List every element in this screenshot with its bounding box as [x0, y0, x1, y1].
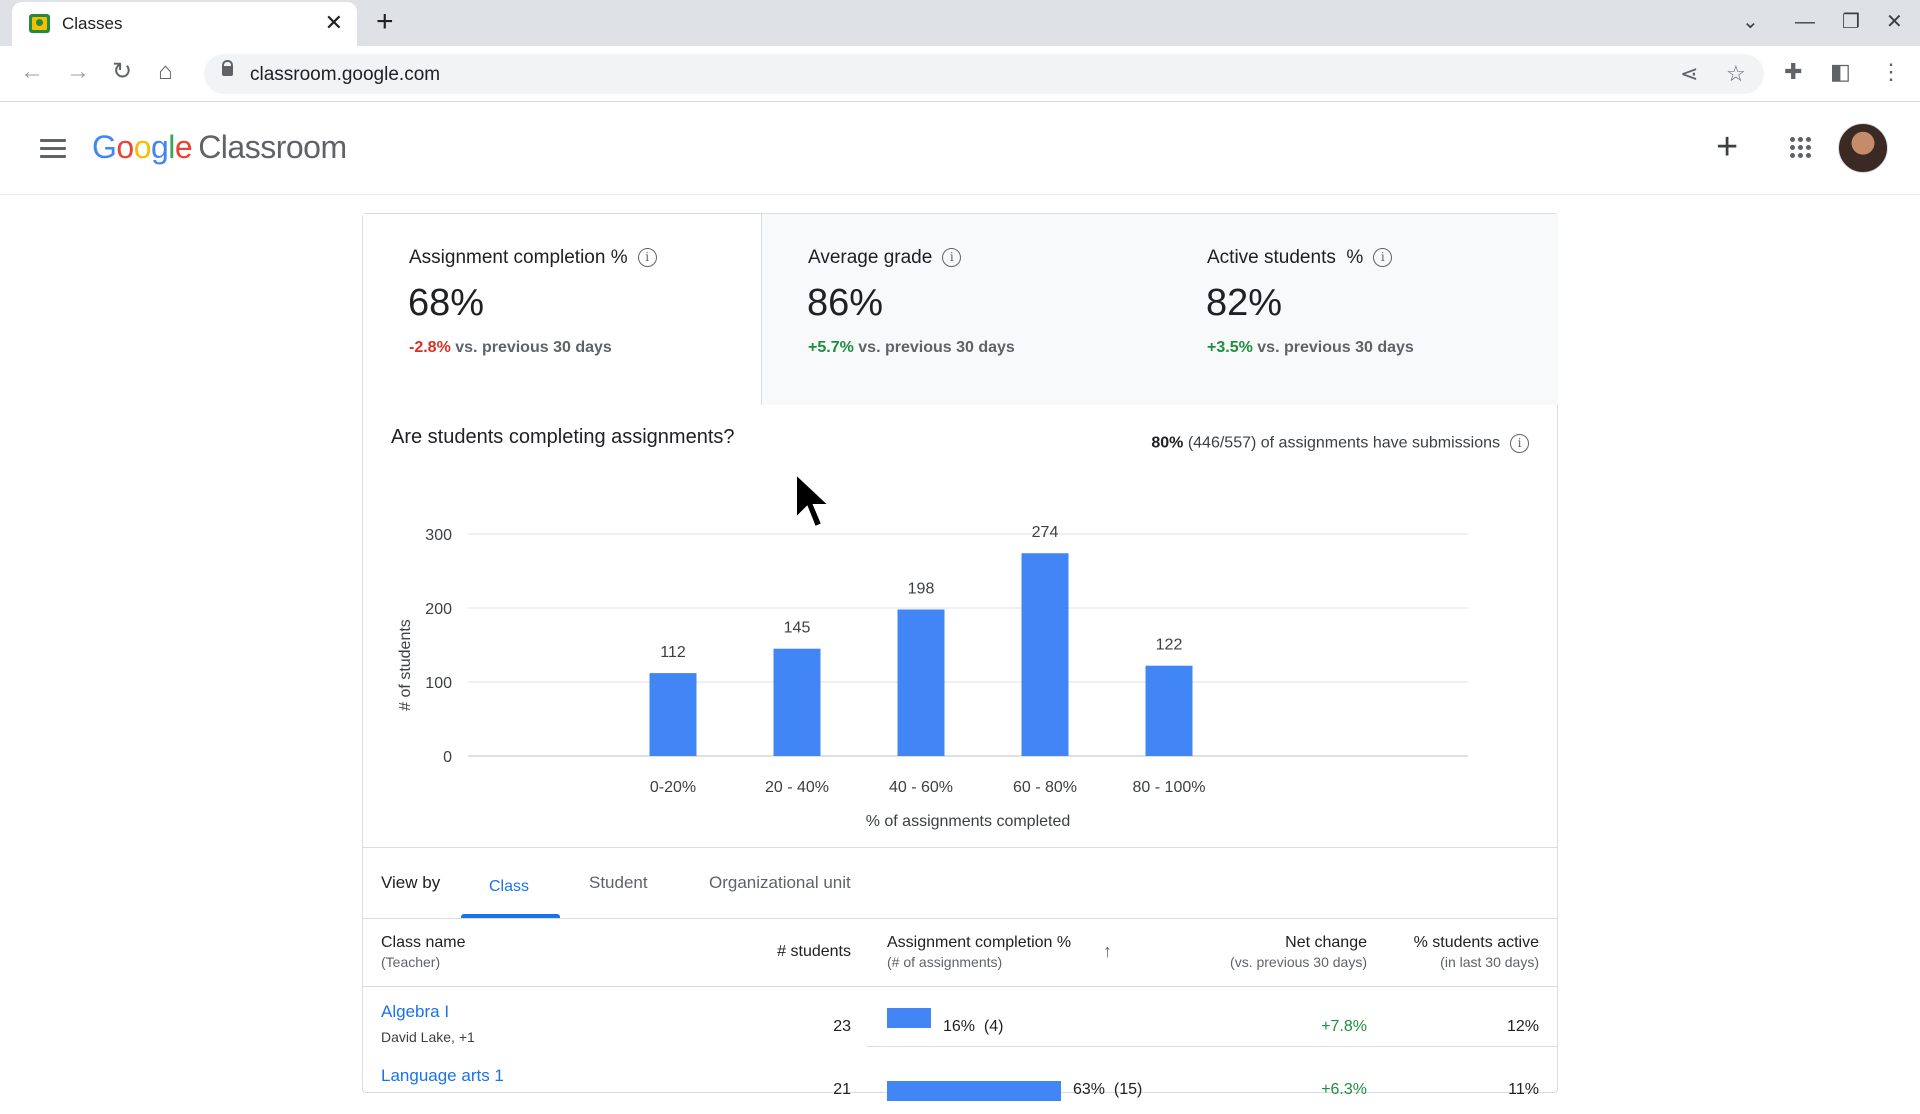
active-tab-indicator [461, 914, 560, 918]
metric-assignment-completion: Assignment completion % i 68% -2.8% vs. p… [363, 214, 762, 405]
students-count: 21 [833, 1081, 851, 1098]
header-class-name[interactable]: Class name (Teacher) [381, 934, 465, 970]
students-count: 23 [833, 1018, 851, 1035]
y-tick-label: 200 [425, 601, 452, 618]
table-row: Algebra I David Lake, +1 23 16% (4) +7.8… [363, 988, 1557, 1051]
tab-student[interactable]: Student [589, 873, 648, 893]
x-tick-label: 80 - 100% [1133, 779, 1206, 796]
y-tick-label: 300 [425, 527, 452, 544]
back-arrow-icon[interactable]: ← [20, 58, 44, 86]
class-teacher: David Lake, +1 [381, 1029, 475, 1045]
metric-label: Assignment completion % i [409, 247, 657, 269]
tab-close-icon[interactable]: ✕ [325, 10, 343, 36]
side-panel-icon[interactable]: ◧ [1830, 58, 1851, 86]
tab-organizational-unit[interactable]: Organizational unit [709, 873, 851, 893]
sort-ascending-arrow-icon[interactable]: ↑ [1103, 941, 1112, 962]
browser-tab[interactable]: Classes ✕ [12, 2, 357, 46]
bar [1145, 665, 1193, 756]
classroom-favicon-icon [29, 14, 50, 33]
info-icon[interactable]: i [1510, 434, 1529, 453]
x-tick-label: 40 - 60% [889, 779, 953, 796]
bookmark-star-icon[interactable]: ☆ [1726, 61, 1746, 87]
students-active-value: 12% [1506, 1018, 1539, 1035]
y-tick-label: 100 [425, 675, 452, 692]
completion-bar-chart: 0 100 200 300 112 0-20% 145 20 - 40% 198 40 - 60%… [397, 524, 1468, 830]
completion-value: 16% (4) [943, 1018, 1004, 1035]
metric-label: Average grade i [808, 247, 962, 269]
home-icon[interactable]: ⌂ [158, 58, 173, 86]
students-active-value: 11% [1508, 1081, 1539, 1098]
reload-icon[interactable]: ↻ [112, 58, 132, 86]
data-label: 274 [1032, 524, 1059, 541]
app-header: Google Classroom + [0, 103, 1920, 195]
info-icon[interactable]: i [1373, 248, 1393, 268]
extensions-puzzle-icon[interactable]: ✚ [1784, 58, 1802, 86]
class-link[interactable]: Algebra I [381, 1002, 449, 1022]
class-link[interactable]: Language arts 1 [381, 1066, 504, 1086]
x-axis-label: % of assignments completed [866, 813, 1071, 830]
address-bar[interactable]: classroom.google.com ⋖ ☆ [204, 54, 1764, 94]
bar [897, 609, 945, 756]
y-tick-label: 0 [443, 749, 452, 766]
completion-value: 63% (15) [1073, 1081, 1143, 1098]
main-menu-icon[interactable] [40, 139, 66, 159]
metric-delta: -2.8% vs. previous 30 days [409, 339, 612, 356]
data-label: 145 [784, 620, 811, 637]
completion-bar [887, 1081, 1061, 1101]
new-tab-plus-icon[interactable]: + [376, 6, 394, 38]
header-students-active[interactable]: % students active (in last 30 days) [1414, 934, 1539, 970]
table-header: Class name (Teacher) # students Assignmen… [363, 919, 1557, 987]
browser-tabstrip: Classes ✕ + ⌄ — ❐ ✕ [0, 0, 1920, 46]
x-tick-label: 20 - 40% [765, 779, 829, 796]
metric-value: 86% [807, 282, 884, 324]
chart-title: Are students completing assignments? [391, 426, 735, 448]
submissions-summary: 80% (446/557) of assignments have submis… [1151, 434, 1529, 453]
info-icon[interactable]: i [942, 248, 962, 268]
metric-label: Active students % i [1207, 247, 1393, 269]
net-change-value: +7.8% [1321, 1018, 1367, 1035]
metric-active-students: Active students % i 82% +3.5% vs. previou… [1161, 214, 1558, 405]
minimize-icon[interactable]: — [1795, 8, 1815, 36]
metric-value: 68% [408, 282, 485, 324]
url-text[interactable]: classroom.google.com [250, 64, 440, 86]
bar [1021, 553, 1069, 756]
user-avatar[interactable] [1838, 123, 1888, 173]
window-close-icon[interactable]: ✕ [1886, 8, 1903, 36]
net-change-value: +6.3% [1321, 1081, 1367, 1098]
metric-average-grade: Average grade i 86% +5.7% vs. previous 30… [762, 214, 1161, 405]
google-classroom-logo[interactable]: Google Classroom [92, 129, 347, 166]
y-axis-label: # of students [397, 619, 414, 711]
google-apps-grid-icon[interactable] [1790, 137, 1812, 159]
metric-delta: +3.5% vs. previous 30 days [1207, 339, 1414, 356]
metric-value: 82% [1206, 282, 1283, 324]
browser-menu-icon[interactable]: ⋮ [1880, 58, 1902, 86]
row-divider [867, 1046, 1557, 1047]
info-icon[interactable]: i [637, 248, 657, 268]
table-row: Language arts 1 21 63% (15) +6.3% 11% [363, 1051, 1557, 1114]
view-by-tabs: View by Class Student Organizational uni… [363, 847, 1557, 919]
x-tick-label: 60 - 80% [1013, 779, 1077, 796]
create-plus-icon[interactable]: + [1716, 127, 1738, 167]
header-net-change[interactable]: Net change (vs. previous 30 days) [1230, 934, 1367, 970]
data-label: 112 [660, 644, 686, 661]
bar [773, 648, 821, 756]
mouse-pointer-icon [795, 472, 832, 529]
forward-arrow-icon[interactable]: → [66, 58, 90, 86]
view-by-label: View by [381, 873, 441, 892]
tab-search-chevron-icon[interactable]: ⌄ [1742, 8, 1759, 36]
browser-toolbar: ← → ↻ ⌂ classroom.google.com ⋖ ☆ ✚ ◧ ⋮ [0, 46, 1920, 102]
restore-icon[interactable]: ❐ [1842, 8, 1860, 36]
lock-icon[interactable] [222, 60, 233, 76]
header-students[interactable]: # students [777, 943, 851, 961]
data-label: 198 [908, 580, 935, 597]
share-icon[interactable]: ⋖ [1680, 61, 1698, 87]
x-tick-label: 0-20% [650, 779, 696, 796]
completion-bar [887, 1008, 931, 1028]
tab-title: Classes [62, 14, 123, 33]
bar [649, 673, 697, 756]
metric-delta: +5.7% vs. previous 30 days [808, 339, 1015, 356]
header-assignment-completion[interactable]: Assignment completion % (# of assignments… [887, 934, 1071, 970]
data-label: 122 [1156, 637, 1183, 654]
analytics-card: Assignment completion % i 68% -2.8% vs. p… [362, 213, 1558, 1101]
